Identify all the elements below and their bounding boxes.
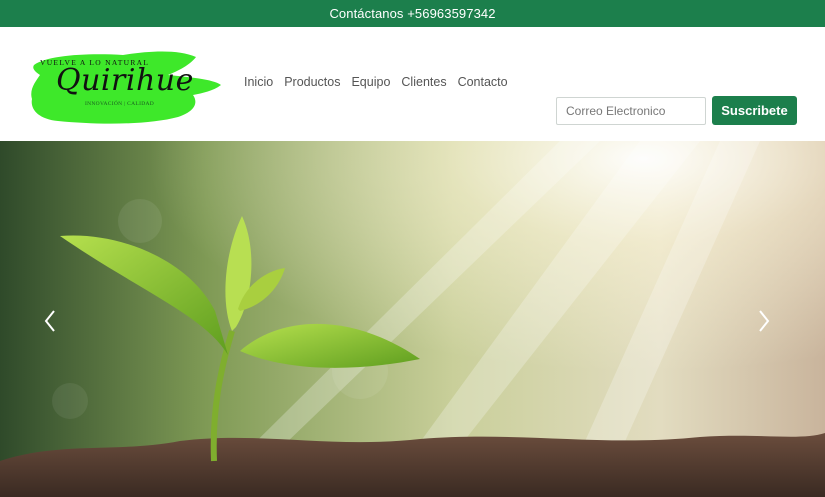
subscribe-form: Suscribete	[556, 96, 797, 125]
chevron-right-icon	[759, 310, 770, 332]
site-logo[interactable]: VUELVE A LO NATURAL Quirihue INNOVACIÓN …	[28, 47, 223, 125]
logo-brand-name: Quirihue	[56, 63, 194, 98]
nav-item-productos[interactable]: Productos	[284, 75, 340, 89]
contact-phone-link[interactable]: Contáctanos +56963597342	[329, 6, 495, 21]
slider-prev-arrow[interactable]	[38, 306, 62, 336]
email-field[interactable]	[556, 96, 706, 125]
nav-item-clientes[interactable]: Clientes	[401, 75, 446, 89]
nav-item-equipo[interactable]: Equipo	[351, 75, 390, 89]
nav-item-inicio[interactable]: Inicio	[244, 75, 273, 89]
logo-subtag: INNOVACIÓN | CALIDAD	[85, 101, 155, 107]
hero-slider	[0, 141, 825, 497]
chevron-left-icon	[44, 310, 55, 332]
slider-next-arrow[interactable]	[752, 306, 776, 336]
hero-seedling-image	[0, 141, 825, 497]
nav-item-contacto[interactable]: Contacto	[458, 75, 508, 89]
site-header: VUELVE A LO NATURAL Quirihue INNOVACIÓN …	[0, 27, 825, 141]
main-nav: Inicio Productos Equipo Clientes Contact…	[244, 75, 508, 89]
top-contact-bar: Contáctanos +56963597342	[0, 0, 825, 27]
subscribe-button[interactable]: Suscribete	[712, 96, 797, 125]
